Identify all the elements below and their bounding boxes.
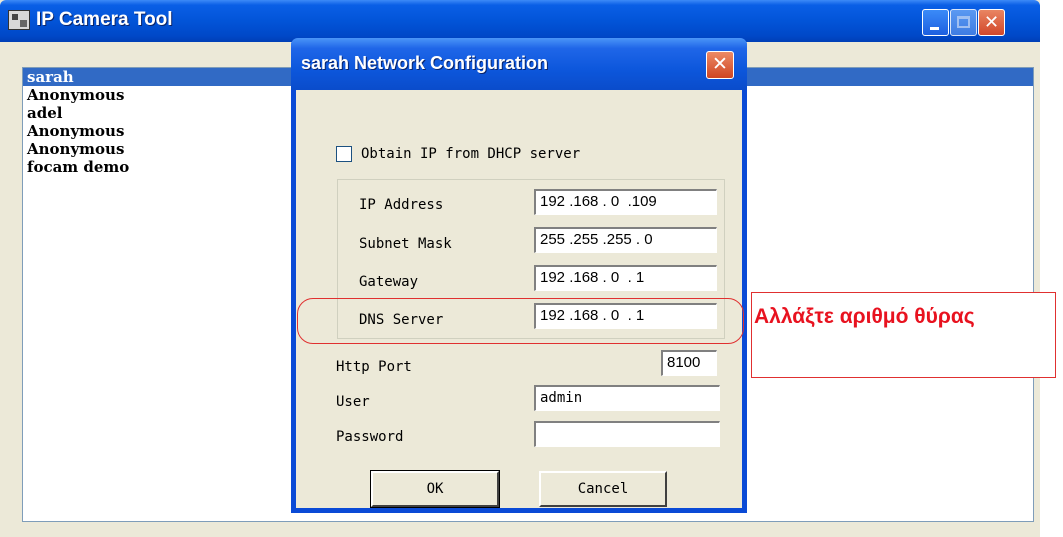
http-port-highlight <box>297 298 744 344</box>
network-configuration-dialog: sarah Network Configuration ✕ Obtain IP … <box>291 38 747 513</box>
annotation-text: Αλλάξτε αριθμό θύρας <box>754 305 975 328</box>
maximize-icon <box>957 16 970 28</box>
http-port-label: Http Port <box>336 359 412 375</box>
window-title: IP Camera Tool <box>36 9 173 30</box>
subnet-mask-label: Subnet Mask <box>359 236 452 252</box>
user-label: User <box>336 394 370 410</box>
close-button[interactable]: ✕ <box>978 9 1005 36</box>
gateway-field[interactable]: 192 .168 . 0 . 1 <box>534 265 717 291</box>
dialog-close-button[interactable]: ✕ <box>706 51 734 79</box>
password-field[interactable] <box>534 421 720 447</box>
ip-address-label: IP Address <box>359 197 444 213</box>
dhcp-label[interactable]: Obtain IP from DHCP server <box>361 146 580 162</box>
close-icon: ✕ <box>983 12 1000 33</box>
annotation-callout: Αλλάξτε αριθμό θύρας <box>751 292 1056 378</box>
minimize-icon <box>930 27 939 30</box>
subnet-mask-field[interactable]: 255 .255 .255 . 0 <box>534 227 717 253</box>
window-titlebar[interactable]: IP Camera Tool ✕ <box>0 0 1040 42</box>
password-label: Password <box>336 429 404 445</box>
gateway-label: Gateway <box>359 274 419 290</box>
http-port-field[interactable]: 8100 <box>661 350 717 376</box>
dialog-titlebar[interactable]: sarah Network Configuration ✕ <box>291 38 747 90</box>
ip-address-field[interactable]: 192 .168 . 0 .109 <box>534 189 717 215</box>
ok-button[interactable]: OK <box>370 470 500 508</box>
maximize-button[interactable] <box>950 9 977 36</box>
dhcp-checkbox[interactable] <box>336 146 352 162</box>
app-camera-icon <box>8 10 30 30</box>
dialog-title: sarah Network Configuration <box>301 53 549 73</box>
user-field[interactable]: admin <box>534 385 720 411</box>
minimize-button[interactable] <box>922 9 949 36</box>
cancel-button[interactable]: Cancel <box>539 471 667 507</box>
